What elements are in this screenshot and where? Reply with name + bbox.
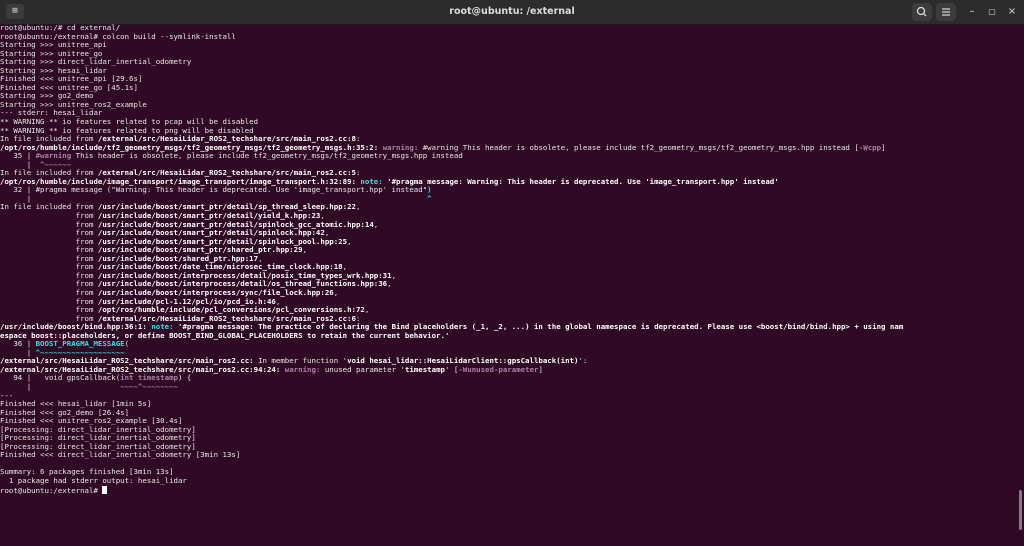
terminal-text: ) { (178, 373, 192, 383)
terminal-text: ^ (427, 193, 432, 203)
terminal-text: ': (578, 356, 588, 366)
terminal-line: Starting >>> unitree_api (0, 40, 1020, 50)
terminal-text: , (387, 279, 392, 289)
terminal-text: warning: (284, 364, 321, 374)
terminal-text: Finished <<< direct_lidar_inertial_odome… (0, 450, 241, 460)
terminal-text: 1 package had stderr output: hesai_lidar (0, 475, 187, 485)
terminal-text: #warning This header is obsolete, please… (418, 142, 859, 152)
terminal-text: ] (538, 364, 543, 374)
terminal-line: Finished <<< direct_lidar_inertial_odome… (0, 451, 1020, 460)
terminal-text: -Wunused-parameter (458, 364, 539, 374)
terminal-line: Finished <<< unitree_api [29.6s] (0, 75, 1020, 84)
terminal-text: ~~~~^~~~~~~~~ (120, 381, 178, 391)
window-titlebar: ⊞ root@ubuntu: /external – ▢ × (0, 0, 1024, 25)
terminal-text: ' [ (444, 364, 459, 374)
terminal-scrollbar[interactable] (1019, 490, 1022, 530)
terminal-text: , (364, 305, 370, 315)
window-title: root@ubuntu: /external (449, 6, 575, 17)
terminal-output[interactable]: root@ubuntu:/# cd external/root@ubuntu:/… (0, 24, 1020, 546)
close-button[interactable]: × (1002, 3, 1022, 21)
terminal-line: Starting >>> direct_lidar_inertial_odome… (0, 57, 1020, 67)
terminal-line: Finished <<< unitree_go [45.1s] (0, 83, 1020, 93)
terminal-text: , (333, 287, 339, 297)
terminal-line: root@ubuntu:/external# (0, 485, 1020, 495)
terminal-line: 1 package had stderr output: hesai_lidar (0, 475, 1020, 486)
search-icon[interactable] (912, 3, 932, 21)
terminal-cursor (102, 485, 108, 494)
hamburger-menu-icon[interactable] (936, 3, 956, 21)
terminal-text: unused parameter ' (320, 364, 405, 374)
terminal-line: Finished <<< hesai_lidar [1min 5s] (0, 399, 1020, 409)
terminal-line: | ~~~~^~~~~~~~~ (0, 381, 1020, 392)
terminal-line: 35 | #warning This header is obsolete, p… (0, 151, 1020, 161)
terminal-text: This header is obsolete, please include … (71, 151, 463, 161)
minimize-button[interactable]: – (962, 3, 982, 21)
terminal-text: timestamp (404, 364, 445, 374)
terminal-text: -Wcpp (858, 142, 882, 152)
maximize-button[interactable]: ▢ (982, 3, 1002, 21)
terminal-text: , (347, 236, 352, 246)
terminal-line: Starting >>> go2_demo (0, 92, 1020, 101)
terminal-text: , (391, 270, 397, 280)
terminal-text: , (355, 202, 361, 212)
terminal-line: Starting >>> unitree_ros2_example (0, 100, 1020, 110)
terminal-line: Starting >>> hesai_lidar (0, 66, 1020, 76)
terminal-text: | (0, 381, 121, 391)
terminal-line: --- (0, 391, 1020, 401)
terminal-text: ( (124, 339, 130, 349)
terminal-text: , (302, 245, 308, 255)
terminal-text: ] (881, 142, 886, 152)
terminal-line: 36 | BOOST_PRAGMA_MESSAGE( (0, 339, 1020, 349)
terminal-line: espace boost::placeholders, or define BO… (0, 331, 1020, 341)
terminal-text: '#pragma message: Warning: This header i… (387, 176, 779, 186)
terminal-text: , (373, 219, 379, 229)
terminal-text: root@ubuntu:/external# (0, 485, 103, 495)
terminal-line: root@ubuntu:/external# colcon build --sy… (0, 32, 1020, 42)
